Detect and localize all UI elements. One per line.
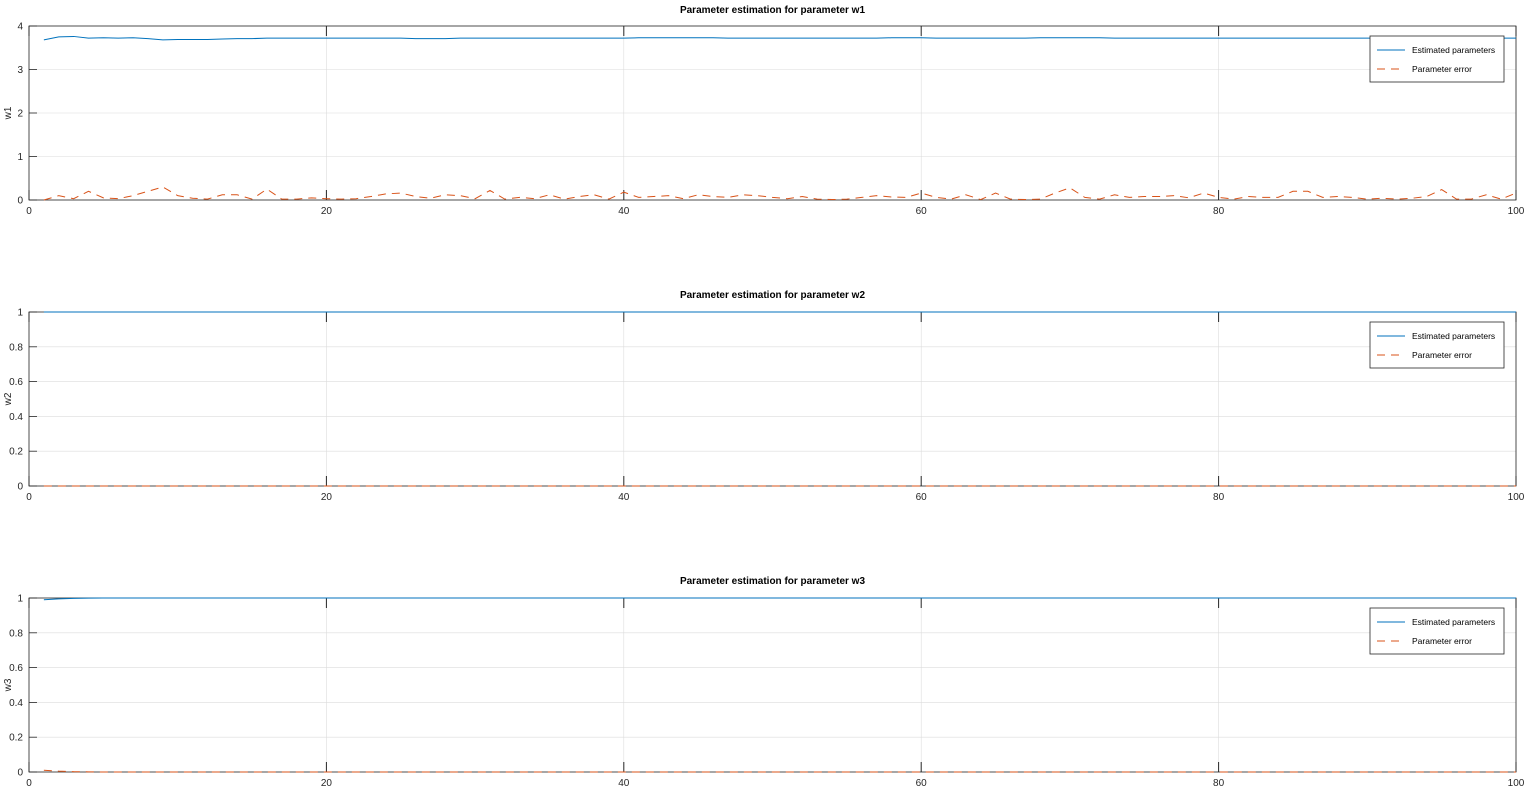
y-tick-label: 0.8 — [9, 628, 23, 639]
figure: 0 20 40 60 80 10001234Parameter estimation fo… — [3, 5, 1525, 789]
legend: Estimated parameters Parameter error — [1369, 321, 1505, 369]
y-tick-label: 0.4 — [9, 412, 23, 423]
x-tick-label: 60 — [916, 778, 928, 789]
y-tick-label: 0.2 — [9, 447, 23, 458]
subplot-3: 0 20 40 60 80 100 0 0.2 0.4 0.6 0.8 1 Parameter esti… — [3, 576, 1525, 789]
x-tick-label: 80 — [1213, 778, 1225, 789]
x-tick-label: 20 — [321, 206, 333, 217]
y-tick-label: 3 — [17, 65, 23, 76]
series-line-estimated-parameters — [43, 35, 1516, 41]
x-tick-label: 40 — [618, 778, 630, 789]
y-tick-label: 0.6 — [9, 377, 23, 388]
y-axis-label: w3 — [3, 678, 14, 692]
y-axis-label: w1 — [3, 106, 14, 120]
subplot-2: 0 20 40 60 80 100 0 0.2 0.4 0.6 0.8 1 Parameter esti… — [3, 290, 1525, 503]
chart-title: Parameter estimation for parameter w2 — [680, 290, 866, 301]
x-tick-label: 20 — [321, 492, 333, 503]
x-tick-label: 80 — [1213, 492, 1225, 503]
y-tick-label: 0.4 — [9, 698, 23, 709]
x-tick-label: 100 — [1508, 206, 1525, 217]
x-tick-label: 40 — [618, 492, 630, 503]
legend-label: Parameter error — [1412, 64, 1472, 74]
chart-title: Parameter estimation for parameter w1 — [680, 5, 866, 16]
x-tick-label: 80 — [1213, 206, 1225, 217]
legend-label: Parameter error — [1412, 636, 1472, 646]
x-tick-label: 0 — [26, 492, 32, 503]
legend-label: Parameter error — [1412, 350, 1472, 360]
x-tick-label: 40 — [618, 206, 630, 217]
legend: Estimated parameters Parameter error — [1369, 35, 1505, 83]
y-tick-label: 0.2 — [9, 733, 23, 744]
legend-label: Estimated parameters — [1412, 331, 1495, 341]
series-line-parameter-error — [43, 186, 1517, 201]
axes-box — [28, 311, 1517, 487]
y-tick-label: 1 — [17, 308, 23, 319]
x-tick-label: 0 — [26, 778, 32, 789]
y-tick-label: 0 — [17, 768, 23, 779]
legend-box — [1369, 321, 1505, 369]
y-tick-label: 4 — [17, 22, 23, 33]
y-tick-label: 0 — [17, 196, 23, 207]
legend-box — [1369, 607, 1505, 655]
y-tick-label: 0.6 — [9, 663, 23, 674]
y-tick-label: 1 — [17, 594, 23, 605]
x-tick-label: 60 — [916, 206, 928, 217]
legend-label: Estimated parameters — [1412, 45, 1495, 55]
series-line-estimated-parameters — [43, 597, 1516, 601]
axes-box — [28, 597, 1517, 773]
x-tick-label: 0 — [26, 206, 32, 217]
y-tick-label: 0 — [17, 482, 23, 493]
legend: Estimated parameters Parameter error — [1369, 607, 1505, 655]
subplot-1: 0 20 40 60 80 100 0 1 2 3 4 Parameter estimation fo… — [3, 5, 1525, 217]
y-tick-label: 1 — [17, 152, 23, 163]
legend-box — [1369, 35, 1505, 83]
chart-title: Parameter estimation for parameter w3 — [680, 576, 866, 587]
y-axis-label: w2 — [3, 392, 14, 406]
x-tick-label: 20 — [321, 778, 333, 789]
y-tick-label: 2 — [17, 109, 23, 120]
x-tick-label: 60 — [916, 492, 928, 503]
legend-label: Estimated parameters — [1412, 617, 1495, 627]
x-tick-label: 100 — [1508, 778, 1525, 789]
x-tick-label: 100 — [1508, 492, 1525, 503]
y-tick-label: 0.8 — [9, 342, 23, 353]
